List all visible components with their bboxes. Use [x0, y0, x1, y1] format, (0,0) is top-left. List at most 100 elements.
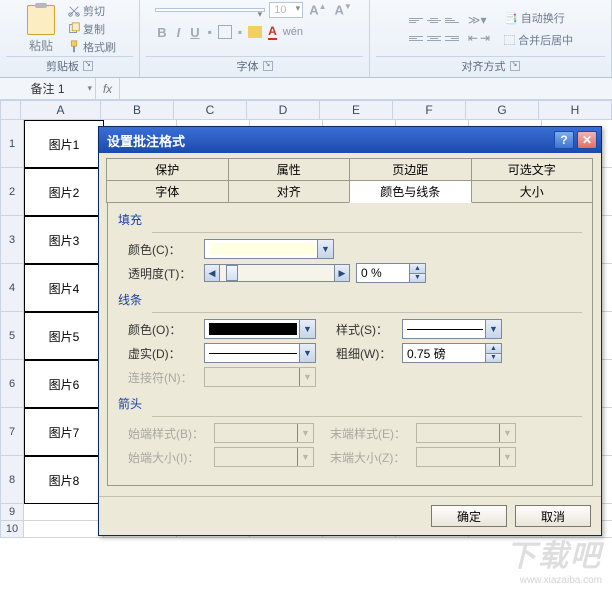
cell-A4[interactable]: 图片4 — [24, 264, 104, 312]
row-header-4[interactable]: 4 — [0, 264, 24, 312]
fill-color-button[interactable] — [248, 26, 262, 38]
cell-A8[interactable]: 图片8 — [24, 456, 104, 504]
help-icon[interactable]: ? — [554, 131, 574, 149]
align-dialog-launcher[interactable] — [510, 61, 520, 71]
ok-button[interactable]: 确定 — [431, 505, 507, 527]
ribbon: 粘贴 剪切 复制 格式刷 剪贴板 10 A▲ A▼ B I U ▪ — [0, 0, 612, 78]
row-header-9[interactable]: 9 — [0, 504, 24, 521]
chevron-down-icon: ▼ — [317, 240, 333, 258]
row-header-7[interactable]: 7 — [0, 408, 24, 456]
col-header-B[interactable]: B — [101, 100, 174, 120]
fmtpainter-button[interactable]: 格式刷 — [67, 39, 116, 55]
line-color-label: 颜色(O)： — [128, 321, 198, 338]
cell-A10[interactable] — [24, 521, 104, 538]
row-header-8[interactable]: 8 — [0, 456, 24, 504]
connector-label: 连接符(N)： — [128, 369, 198, 386]
tab-页边距[interactable]: 页边距 — [349, 158, 472, 181]
tab-字体[interactable]: 字体 — [106, 180, 229, 203]
row-header-10[interactable]: 10 — [0, 521, 24, 538]
font-color-button[interactable]: A — [268, 24, 277, 40]
grow-font-button[interactable]: A▲ — [307, 2, 328, 17]
cut-button[interactable]: 剪切 — [67, 3, 116, 19]
watermark-url: www.xiazaiba.com — [520, 575, 602, 586]
tab-可选文字[interactable]: 可选文字 — [471, 158, 594, 181]
tab-属性[interactable]: 属性 — [228, 158, 351, 181]
align-right-button[interactable] — [444, 31, 460, 45]
scissors-icon — [67, 4, 81, 18]
cell-A1[interactable]: 图片1 — [24, 120, 104, 168]
tab-保护[interactable]: 保护 — [106, 158, 229, 181]
col-header-A[interactable]: A — [21, 100, 101, 120]
phonetic-button[interactable]: wén — [283, 26, 303, 38]
fx-button[interactable]: fx — [96, 78, 120, 99]
underline-button[interactable]: U — [188, 25, 201, 40]
indent-inc-button[interactable]: ⇥ — [480, 31, 490, 45]
cell-A5[interactable]: 图片5 — [24, 312, 104, 360]
fill-color-combo[interactable]: ▼ — [204, 239, 334, 259]
align-left-button[interactable] — [408, 31, 424, 45]
slider-track[interactable] — [220, 264, 334, 282]
slider-right-button[interactable]: ▶ — [334, 264, 350, 282]
cell-A6[interactable]: 图片6 — [24, 360, 104, 408]
wrap-text-button[interactable]: 📑 自动换行 — [504, 10, 573, 26]
line-style-combo[interactable]: ▼ — [402, 319, 502, 339]
close-icon[interactable]: ✕ — [577, 131, 597, 149]
select-all-corner[interactable] — [0, 100, 21, 120]
cell-A3[interactable]: 图片3 — [24, 216, 104, 264]
dialog-titlebar[interactable]: 设置批注格式 ? ✕ — [99, 127, 601, 153]
bold-button[interactable]: B — [155, 25, 168, 40]
col-header-C[interactable]: C — [174, 100, 247, 120]
col-header-E[interactable]: E — [320, 100, 393, 120]
col-header-D[interactable]: D — [247, 100, 320, 120]
transparency-spin[interactable]: 0 %▲▼ — [356, 263, 426, 283]
align-middle-button[interactable] — [426, 13, 442, 27]
line-weight-spin[interactable]: 0.75 磅▲▼ — [402, 343, 502, 363]
row-header-2[interactable]: 2 — [0, 168, 24, 216]
line-style-label: 样式(S)： — [336, 321, 396, 338]
dialog-title: 设置批注格式 — [107, 131, 551, 150]
tab-颜色与线条[interactable]: 颜色与线条 — [349, 180, 472, 203]
shrink-font-button[interactable]: A▼ — [333, 2, 354, 17]
line-dash-combo[interactable]: ▼ — [204, 343, 316, 363]
slider-thumb[interactable] — [226, 265, 238, 281]
cell-A7[interactable]: 图片7 — [24, 408, 104, 456]
align-center-button[interactable] — [426, 31, 442, 45]
clipboard-dialog-launcher[interactable] — [83, 61, 93, 71]
merge-center-button[interactable]: ⬚ 合并后居中 — [504, 32, 573, 48]
cell-A9[interactable] — [24, 504, 104, 521]
col-header-H[interactable]: H — [539, 100, 612, 120]
font-size-combo[interactable]: 10 — [269, 2, 303, 18]
fill-group-title: 填充 — [118, 211, 582, 228]
col-header-G[interactable]: G — [466, 100, 539, 120]
line-group-title: 线条 — [118, 291, 582, 308]
begin-size-combo: ▼ — [214, 447, 314, 467]
font-group-label: 字体 — [237, 58, 259, 74]
tab-大小[interactable]: 大小 — [471, 180, 594, 203]
copy-button[interactable]: 复制 — [67, 21, 116, 37]
row-header-6[interactable]: 6 — [0, 360, 24, 408]
orientation-button[interactable]: ≫▾ — [468, 13, 487, 27]
clipboard-icon — [27, 5, 55, 35]
font-dialog-launcher[interactable] — [263, 61, 273, 71]
row-header-1[interactable]: 1 — [0, 120, 24, 168]
indent-dec-button[interactable]: ⇤ — [468, 31, 478, 45]
borders-button[interactable] — [218, 25, 232, 39]
cell-A2[interactable]: 图片2 — [24, 168, 104, 216]
cancel-button[interactable]: 取消 — [515, 505, 591, 527]
align-group-label: 对齐方式 — [462, 58, 506, 74]
italic-button[interactable]: I — [175, 25, 183, 40]
col-header-F[interactable]: F — [393, 100, 466, 120]
font-name-combo[interactable] — [155, 8, 265, 12]
formula-input[interactable] — [120, 78, 612, 99]
paste-button[interactable]: 粘贴 — [23, 3, 59, 56]
tab-对齐[interactable]: 对齐 — [228, 180, 351, 203]
formula-bar: 备注 1 fx — [0, 78, 612, 100]
slider-left-button[interactable]: ◀ — [204, 264, 220, 282]
align-bottom-button[interactable] — [444, 13, 460, 27]
row-header-3[interactable]: 3 — [0, 216, 24, 264]
name-box[interactable]: 备注 1 — [0, 78, 96, 99]
row-header-5[interactable]: 5 — [0, 312, 24, 360]
align-top-button[interactable] — [408, 13, 424, 27]
transparency-slider[interactable]: ◀ ▶ — [204, 264, 350, 282]
line-color-combo[interactable]: ▼ — [204, 319, 316, 339]
